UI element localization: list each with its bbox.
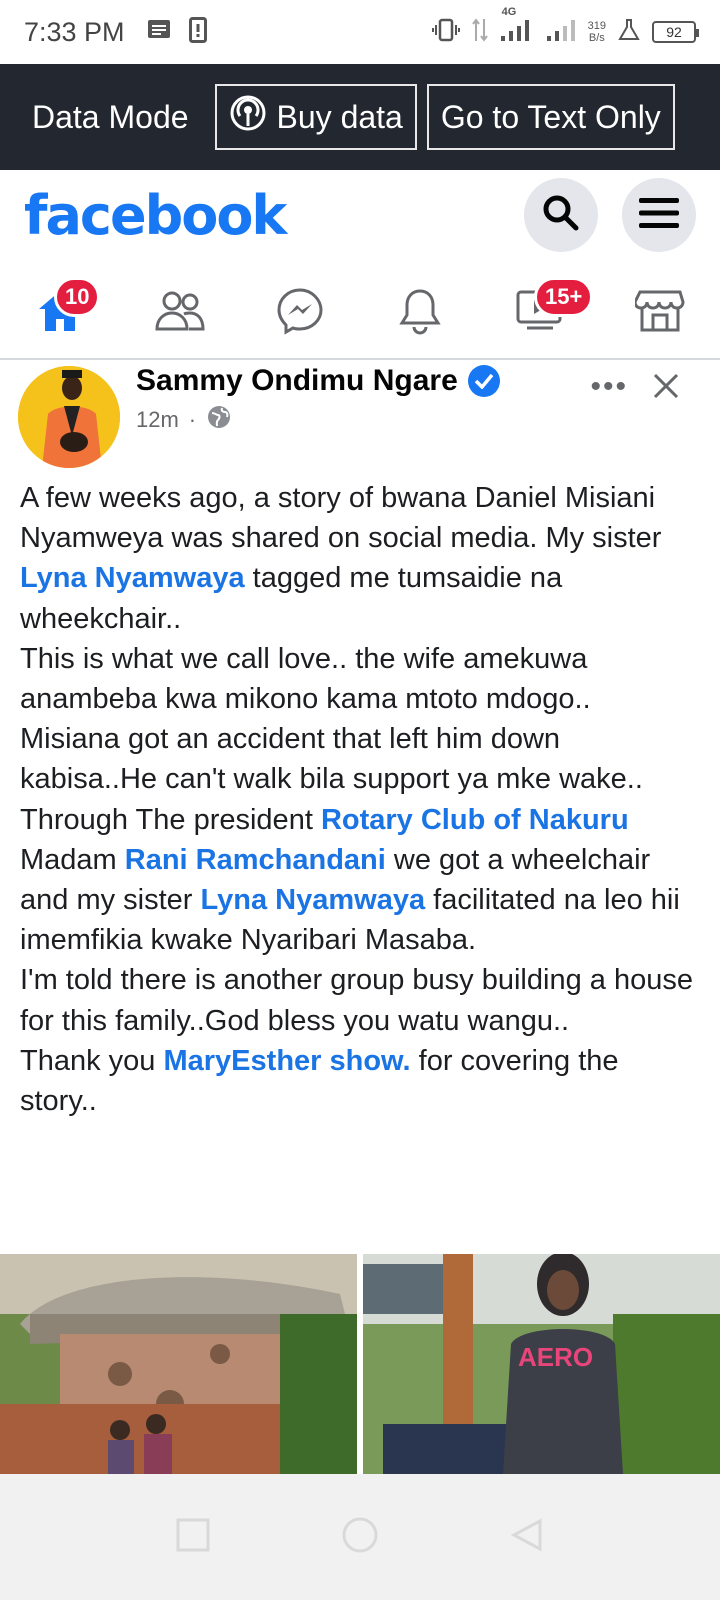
post-header: Sammy Ondimu Ngare 12m · ••• [0, 362, 720, 468]
app-header: facebook [0, 170, 720, 260]
battery-indicator: 92 [652, 21, 699, 43]
buy-data-label: Buy data [276, 98, 403, 135]
status-bar: 7:33 PM 4G 319 B/s 92 [0, 0, 720, 64]
facebook-logo[interactable]: facebook [24, 184, 287, 247]
bell-icon [398, 287, 442, 340]
signal-4g-icon: 4G [500, 6, 534, 47]
text-only-button[interactable]: Go to Text Only [426, 84, 675, 150]
hamburger-icon [638, 196, 680, 235]
tab-marketplace[interactable] [620, 273, 700, 353]
broadcast-icon [229, 94, 267, 140]
tag-maryesther-show[interactable]: MaryEsther show. [163, 1045, 410, 1077]
status-time: 7:33 PM [24, 16, 125, 47]
post-text-segment: Madam [20, 843, 125, 876]
network-type-label: 4G [501, 5, 517, 18]
watch-badge: 15+ [534, 277, 594, 317]
net-speed: 319 B/s [588, 20, 606, 44]
post-photos: AERO [0, 1254, 720, 1474]
text-only-label: Go to Text Only [440, 98, 661, 135]
tab-messenger[interactable] [260, 273, 340, 353]
verified-badge-icon [467, 365, 500, 397]
post-paragraph: I'm told there is another group busy bui… [20, 964, 693, 1037]
tag-rotary-club[interactable]: Rotary Club of Nakuru [321, 804, 629, 836]
post-meta: 12m · [136, 404, 232, 436]
signal-icon [546, 18, 576, 47]
meta-separator: · [188, 407, 197, 432]
post-paragraph: Through The president Rotary Club of Nak… [20, 800, 700, 961]
menu-button[interactable] [622, 178, 696, 252]
post-paragraph: This is what we call love.. the wife ame… [20, 642, 591, 716]
post-text: A few weeks ago, a story of bwana Daniel… [20, 478, 700, 1121]
net-speed-unit: B/s [588, 32, 605, 44]
tab-notifications[interactable] [380, 273, 460, 353]
tab-friends[interactable] [140, 273, 220, 353]
tab-home[interactable]: 10 [20, 273, 101, 353]
hoodie-print-text: AERO [518, 1342, 593, 1372]
close-icon[interactable] [652, 372, 680, 405]
post-text-segment: A few weeks ago, a story of bwana Daniel… [20, 482, 662, 555]
post-text-segment: Thank you [20, 1044, 164, 1077]
post-time[interactable]: 12m [136, 407, 179, 433]
message-icon [147, 19, 171, 46]
post-photo-woman[interactable]: AERO [363, 1254, 720, 1474]
tag-lyna-nyamwaya[interactable]: Lyna Nyamwaya [201, 884, 426, 916]
post-text-segment: Through The president [20, 803, 321, 836]
avatar[interactable] [18, 366, 120, 468]
tab-watch[interactable]: 15+ [500, 273, 594, 353]
globe-icon [206, 404, 232, 436]
search-button[interactable] [524, 178, 598, 252]
data-mode-label: Data Mode [32, 98, 189, 135]
post-paragraph: Misiana got an accident that left him do… [20, 723, 643, 796]
home-circle-icon[interactable] [341, 1516, 379, 1559]
post-paragraph: Thank you MaryEsther show. for covering … [20, 1041, 700, 1121]
tag-rani-ramchandani[interactable]: Rani Ramchandani [125, 844, 386, 876]
vibrate-icon [431, 17, 460, 48]
back-triangle-icon[interactable] [510, 1517, 544, 1557]
messenger-icon [276, 287, 324, 340]
phone-status-icon [188, 16, 207, 48]
post-paragraph: A few weeks ago, a story of bwana Daniel… [20, 478, 700, 639]
post-photo-hut[interactable] [0, 1254, 357, 1474]
more-options-icon[interactable]: ••• [590, 370, 628, 404]
data-mode-bar: Data Mode Buy data Go to Text Only [0, 64, 720, 170]
tag-lyna-nyamwaya[interactable]: Lyna Nyamwaya [20, 562, 245, 594]
net-speed-value: 319 [587, 20, 606, 32]
author-name[interactable]: Sammy Ondimu Ngare [136, 364, 458, 398]
marketplace-icon [633, 288, 685, 339]
search-icon [541, 193, 581, 238]
friends-icon [154, 289, 206, 338]
post-author[interactable]: Sammy Ondimu Ngare [136, 364, 500, 398]
buy-data-button[interactable]: Buy data [214, 84, 417, 150]
android-nav-bar [0, 1474, 720, 1600]
home-badge: 10 [54, 277, 101, 317]
data-transfer-icon [471, 17, 488, 48]
recent-apps-icon[interactable] [176, 1518, 210, 1557]
nav-tabs: 10 15+ [0, 268, 720, 360]
flask-icon [618, 18, 640, 47]
